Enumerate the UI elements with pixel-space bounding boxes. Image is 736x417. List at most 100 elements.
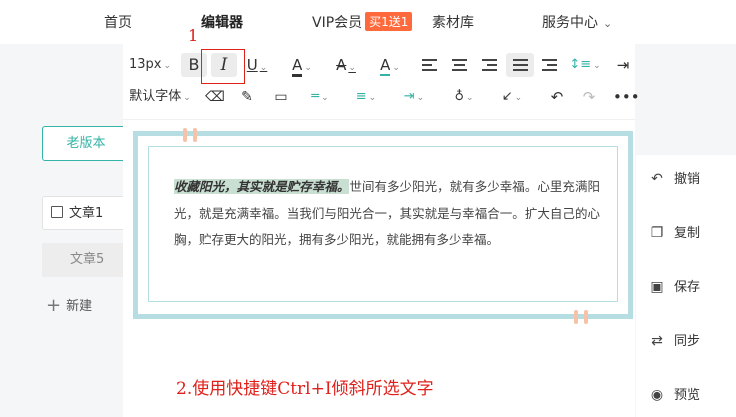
font-family-value: 默认字体 (129, 89, 182, 104)
undo-icon: ↶ (550, 88, 564, 106)
content-frame: 收藏阳光，其实就是贮存幸福。世间有多少阳光，就有多少幸福。心里充满阳光，就是充满… (133, 128, 633, 324)
nav-home[interactable]: 首页 (104, 12, 132, 32)
line-height-button[interactable]: ↕≡ ⌄ (569, 53, 601, 77)
font-size-value: 13px (129, 57, 162, 72)
underline-button[interactable]: U ⌄ (243, 53, 271, 77)
chevron-down-icon: ⌄ (259, 63, 268, 73)
new-doc-button[interactable]: + 新建 (46, 295, 92, 316)
paint-brush-icon: ✎ (241, 89, 253, 105)
frame-decoration (183, 128, 187, 142)
redo-icon: ↷ (582, 88, 596, 106)
top-nav: 首页 编辑器 VIP会员 买1送1 素材库 服务中心 ⌄ (0, 0, 736, 44)
frame-decoration (193, 128, 197, 142)
vip-promo-badge: 买1送1 (365, 12, 413, 31)
image-icon: ▭ (274, 89, 288, 105)
font-color-icon: A (292, 56, 303, 77)
arrow-icon: ↙ (501, 89, 513, 104)
copy-label: 复制 (674, 226, 701, 241)
copy-button[interactable]: ❐ 复制 (650, 221, 700, 245)
chevron-down-icon: ⌄ (514, 93, 523, 103)
doc-item[interactable]: 文章1 (42, 196, 132, 230)
more-icon: ••• (613, 88, 640, 106)
underline-icon: U (246, 56, 258, 74)
indent-spacing-button[interactable]: ⇥ ⌄ (399, 85, 429, 109)
content-paragraph[interactable]: 收藏阳光，其实就是贮存幸福。世间有多少阳光，就有多少幸福。心里充满阳光，就是充满… (174, 174, 600, 254)
bulb-button[interactable]: ♁ ⌄ (449, 85, 479, 109)
bold-icon: B (188, 55, 200, 74)
nav-service[interactable]: 服务中心 ⌄ (542, 12, 612, 32)
eraser-icon: ⌫ (205, 89, 225, 105)
font-size-select[interactable]: 13px ⌄ (129, 53, 171, 77)
chevron-down-icon: ⌄ (465, 93, 474, 103)
paragraph-spacing-button[interactable]: ≡ ⌄ (351, 85, 381, 109)
chevron-down-icon: ⌄ (348, 63, 356, 73)
insert-image-button[interactable]: ▭ (271, 85, 291, 109)
save-button[interactable]: ▣ 保存 (650, 275, 700, 299)
save-label: 保存 (674, 280, 701, 295)
right-panel: ↶ 撤销 ❐ 复制 ▣ 保存 ⇄ 同步 ◉ 预览 (636, 155, 736, 417)
undo-toolbar-button[interactable]: ↶ (547, 85, 567, 109)
frame-decoration (574, 310, 578, 324)
selected-text[interactable]: 收藏阳光，其实就是贮存幸福。 (174, 179, 350, 194)
chevron-down-icon: ⌄ (603, 17, 613, 30)
align-center-icon (451, 59, 467, 71)
strikethrough-button[interactable]: A ⌄ (331, 53, 361, 77)
preview-button[interactable]: ◉ 预览 (650, 383, 700, 407)
nav-vip[interactable]: VIP会员 买1送1 (312, 12, 413, 32)
bulb-icon: ♁ (454, 89, 464, 104)
clear-format-button[interactable]: ⌫ (205, 85, 225, 109)
nav-service-label: 服务中心 (542, 15, 598, 31)
more-button[interactable]: ••• (613, 85, 640, 109)
nav-materials[interactable]: 素材库 (432, 12, 474, 32)
nav-vip-label: VIP会员 (312, 15, 363, 31)
doc-item[interactable]: 文章5 (42, 243, 132, 277)
editor-toolbar: 13px ⌄ B I U ⌄ A ⌄ A ⌄ A ⌄ ↕≡ ⌄ ⇥ 默认字体 ⌄… (123, 44, 640, 120)
chevron-down-icon: ⌄ (593, 61, 601, 71)
font-family-select[interactable]: 默认字体 ⌄ (129, 85, 191, 109)
sync-label: 同步 (674, 334, 701, 349)
eye-icon: ◉ (650, 387, 664, 403)
chevron-down-icon: ⌄ (183, 93, 191, 103)
indent-button[interactable] (539, 53, 559, 77)
text-effect-icon: A (380, 56, 391, 76)
align-justify-button[interactable] (506, 53, 534, 77)
line-height-icon: ↕≡ (569, 57, 592, 72)
indent-spacing-icon: ⇥ (403, 89, 415, 104)
redo-toolbar-button[interactable]: ↷ (579, 85, 599, 109)
align-justify-icon (512, 59, 528, 71)
exit-button[interactable]: ⇥ (613, 53, 633, 77)
undo-label: 撤销 (674, 172, 701, 187)
chevron-down-icon: ⌄ (368, 93, 377, 103)
step-annotation: 2.使用快捷键Ctrl+I倾斜所选文字 (176, 379, 434, 399)
plus-icon: + (46, 295, 62, 316)
font-color-button[interactable]: A ⌄ (287, 53, 317, 77)
divider-button[interactable]: ═ ⌄ (305, 85, 335, 109)
align-right-button[interactable] (479, 53, 499, 77)
sync-icon: ⇄ (651, 333, 663, 349)
editor-area: 13px ⌄ B I U ⌄ A ⌄ A ⌄ A ⌄ ↕≡ ⌄ ⇥ 默认字体 ⌄… (123, 44, 640, 417)
edit-icon (51, 206, 63, 218)
spacing-icon: ≡ (355, 89, 367, 104)
divider-icon: ═ (311, 89, 320, 104)
align-right-icon (481, 59, 497, 71)
text-effect-button[interactable]: A ⌄ (375, 53, 405, 77)
sync-button[interactable]: ⇄ 同步 (650, 329, 700, 353)
arrow-button[interactable]: ↙ ⌄ (497, 85, 527, 109)
exit-icon: ⇥ (616, 56, 630, 74)
strikethrough-icon: A (336, 56, 347, 74)
copy-icon: ❐ (650, 225, 664, 241)
align-center-button[interactable] (449, 53, 469, 77)
frame-decoration (584, 310, 588, 324)
new-doc-label: 新建 (66, 299, 93, 314)
format-painter-button[interactable]: ✎ (237, 85, 257, 109)
save-icon: ▣ (650, 279, 664, 295)
italic-highlight-box (201, 49, 245, 84)
nav-editor[interactable]: 编辑器 (201, 12, 243, 32)
indent-icon (541, 59, 557, 71)
undo-icon: ↶ (651, 171, 663, 187)
undo-button[interactable]: ↶ 撤销 (650, 167, 700, 191)
doc-item-label: 文章5 (70, 252, 105, 267)
chevron-down-icon: ⌄ (392, 63, 400, 73)
preview-label: 预览 (674, 388, 701, 403)
align-left-button[interactable] (419, 53, 439, 77)
